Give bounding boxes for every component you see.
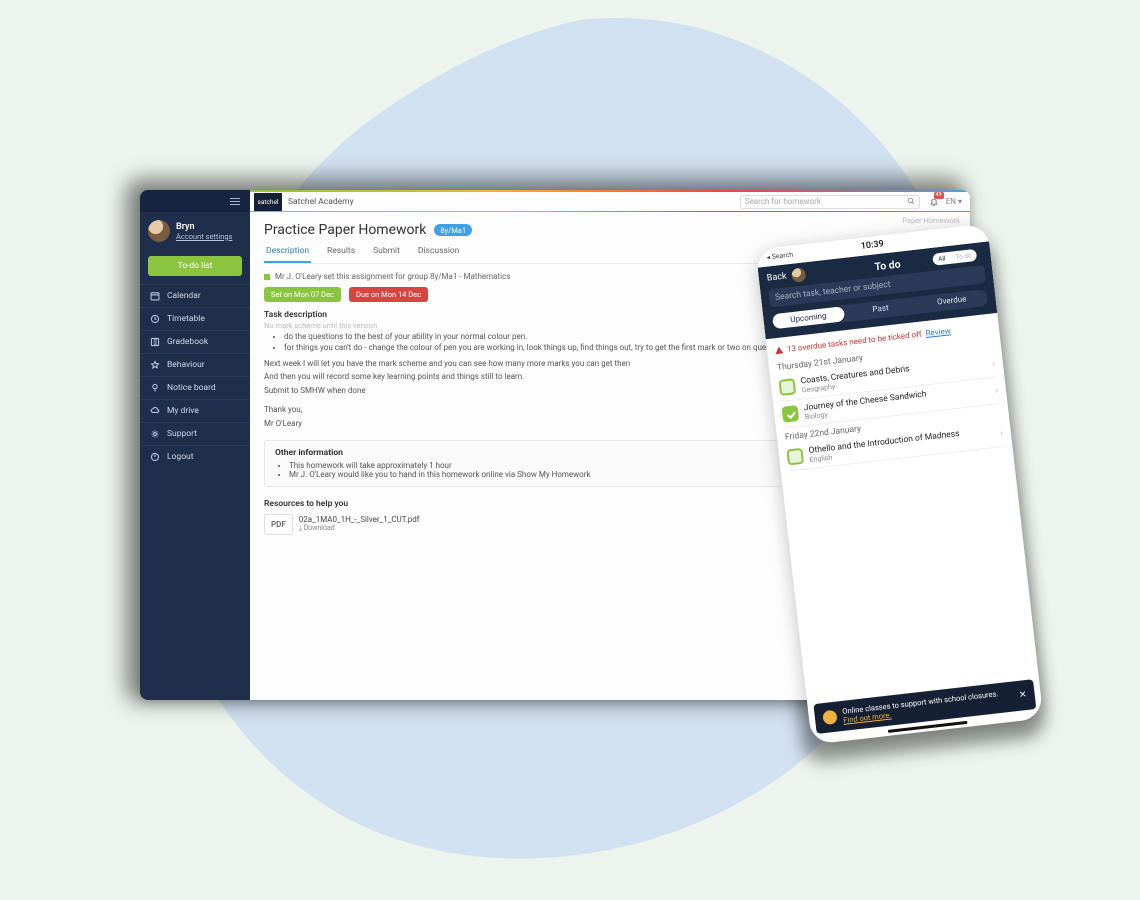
sidebar-item-label: Support: [167, 429, 197, 439]
sidebar-item-label: Logout: [167, 452, 194, 462]
book-icon: [150, 337, 160, 347]
sidebar-item-calendar[interactable]: Calendar: [140, 284, 250, 307]
breadcrumb: Paper Homework: [902, 216, 960, 225]
seg-past[interactable]: Past: [844, 297, 917, 322]
resource-filename: 02a_1MA0_1H_-_Silver_1_CUT.pdf: [299, 515, 420, 524]
square-marker-icon: [264, 274, 270, 280]
close-icon[interactable]: ✕: [1019, 690, 1028, 701]
status-time: 10:39: [860, 239, 884, 252]
tab-results[interactable]: Results: [325, 246, 357, 263]
tab-description[interactable]: Description: [264, 246, 311, 263]
checkbox-checked-icon[interactable]: [782, 405, 800, 423]
topbar: satchel Satchel Academy Search for homew…: [250, 190, 970, 212]
search-input[interactable]: Search for homework: [740, 195, 920, 209]
sidebar: Bryn Account settings To-do list Calenda…: [140, 190, 250, 700]
logout-icon: [150, 452, 160, 462]
sidebar-item-label: My drive: [167, 406, 199, 416]
seg-overdue[interactable]: Overdue: [915, 289, 988, 314]
chevron-right-icon: ›: [994, 385, 998, 396]
checkbox-icon[interactable]: [786, 448, 804, 466]
promo-icon: [822, 710, 837, 725]
user-name: Bryn: [176, 222, 232, 232]
todo-list-button[interactable]: To-do list: [148, 256, 242, 276]
search-placeholder: Search for homework: [745, 197, 821, 206]
sidebar-item-notice-board[interactable]: Notice board: [140, 376, 250, 399]
avatar: [148, 220, 170, 242]
sidebar-item-timetable[interactable]: Timetable: [140, 307, 250, 330]
pin-icon: [150, 383, 160, 393]
sidebar-nav: Calendar Timetable Gradebook Behaviour N…: [140, 284, 250, 468]
sidebar-item-label: Timetable: [167, 314, 205, 324]
phone-body: 13 overdue tasks need to be ticked off. …: [766, 313, 1013, 478]
chevron-right-icon: ›: [999, 428, 1003, 439]
chevron-right-icon: ›: [991, 358, 995, 369]
sidebar-item-support[interactable]: Support: [140, 422, 250, 445]
user-profile[interactable]: Bryn Account settings: [140, 212, 250, 246]
sidebar-item-label: Notice board: [167, 383, 216, 393]
account-settings-link[interactable]: Account settings: [176, 232, 232, 241]
brand-logo[interactable]: satchel: [254, 193, 282, 211]
sidebar-item-behaviour[interactable]: Behaviour: [140, 353, 250, 376]
search-icon: [907, 197, 915, 207]
school-name: Satchel Academy: [288, 197, 354, 207]
language-selector[interactable]: EN ▾: [946, 197, 962, 206]
seg-upcoming[interactable]: Upcoming: [771, 305, 846, 330]
set-date-chip: Set on Mon 07 Dec: [264, 287, 341, 302]
hamburger-menu-icon[interactable]: [140, 190, 250, 212]
pdf-icon: PDF: [264, 514, 293, 535]
sidebar-item-label: Calendar: [167, 291, 201, 301]
sidebar-item-label: Behaviour: [167, 360, 205, 370]
sidebar-item-my-drive[interactable]: My drive: [140, 399, 250, 422]
all-todo-toggle[interactable]: All To do: [932, 249, 977, 266]
download-link[interactable]: ⤓ Download: [299, 524, 420, 533]
tab-discussion[interactable]: Discussion: [416, 246, 462, 263]
sidebar-item-label: Gradebook: [167, 337, 208, 347]
back-button[interactable]: Back: [766, 271, 787, 283]
other-info-heading: Other information: [275, 448, 343, 458]
calendar-icon: [150, 291, 160, 301]
review-link[interactable]: Review: [925, 326, 951, 338]
clock-icon: [150, 314, 160, 324]
due-date-chip: Due on Mon 14 Dec: [349, 287, 428, 302]
cloud-icon: [150, 406, 160, 416]
tab-submit[interactable]: Submit: [371, 246, 402, 263]
gear-icon: [150, 429, 160, 439]
phone-avatar[interactable]: [791, 267, 806, 282]
warning-icon: [775, 346, 784, 354]
star-icon: [150, 360, 160, 370]
notification-bell-icon[interactable]: 49: [926, 194, 942, 210]
checkbox-icon[interactable]: [778, 378, 796, 396]
sidebar-item-gradebook[interactable]: Gradebook: [140, 330, 250, 353]
page-title: Practice Paper Homework 8y/Ma1: [264, 222, 956, 238]
notification-badge: 49: [934, 192, 944, 199]
status-search-hint: ◂ Search: [766, 251, 793, 262]
sidebar-item-logout[interactable]: Logout: [140, 445, 250, 468]
group-pill: 8y/Ma1: [434, 224, 472, 236]
